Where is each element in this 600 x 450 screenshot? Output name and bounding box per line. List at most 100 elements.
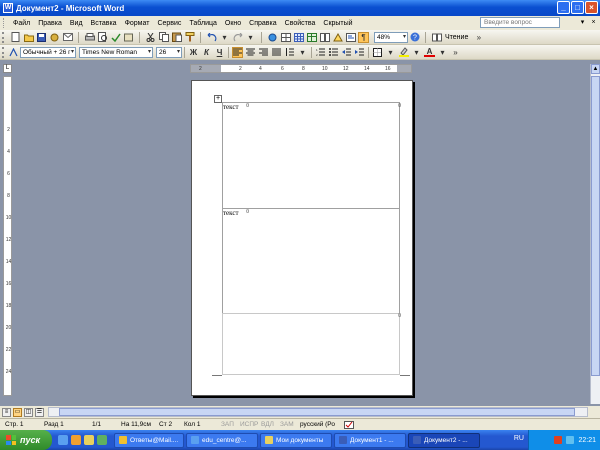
table-cell[interactable]: [222, 208, 400, 314]
highlight-dropdown-icon[interactable]: ▾: [411, 47, 422, 58]
table-cell[interactable]: [222, 313, 400, 375]
vertical-scroll-thumb[interactable]: [591, 76, 600, 376]
drawing-icon[interactable]: [332, 32, 343, 43]
numbering-icon[interactable]: 12: [315, 47, 326, 58]
language-indicator[interactable]: RU: [514, 435, 524, 442]
show-hide-marks-button[interactable]: ¶: [358, 31, 369, 43]
horizontal-ruler[interactable]: 2 2 4 6 8 10 12 14 16: [190, 64, 412, 73]
line-spacing-icon[interactable]: [284, 47, 295, 58]
increase-indent-icon[interactable]: [354, 47, 365, 58]
styles-pane-icon[interactable]: [8, 47, 19, 58]
research-icon[interactable]: [123, 32, 134, 43]
status-rec[interactable]: ЗАП: [221, 421, 234, 428]
open-folder-icon[interactable]: [23, 32, 34, 43]
help-icon[interactable]: ?: [409, 32, 420, 43]
print-preview-icon[interactable]: [97, 32, 108, 43]
cut-icon[interactable]: [145, 32, 156, 43]
menu-hidden[interactable]: Скрытый: [319, 20, 356, 27]
font-color-dropdown-icon[interactable]: ▾: [437, 47, 448, 58]
menu-properties[interactable]: Свойства: [281, 20, 320, 27]
menu-format[interactable]: Формат: [121, 20, 154, 27]
spelling-icon[interactable]: [110, 32, 121, 43]
table-move-handle[interactable]: +: [214, 95, 222, 103]
justify-icon[interactable]: [271, 47, 282, 58]
menu-grip[interactable]: [3, 18, 6, 28]
status-overtype[interactable]: ЗАМ: [280, 421, 294, 428]
columns-icon[interactable]: [319, 32, 330, 43]
start-button[interactable]: пуск: [0, 430, 52, 450]
antivirus-icon[interactable]: [554, 436, 563, 444]
bullets-icon[interactable]: [328, 47, 339, 58]
borders-icon[interactable]: [372, 47, 383, 58]
hyperlink-icon[interactable]: [267, 32, 278, 43]
taskbar-item[interactable]: Документ1 - ...: [334, 432, 406, 448]
taskbar-item[interactable]: edu_centre@...: [186, 432, 258, 448]
highlight-icon[interactable]: [398, 47, 409, 58]
font-select[interactable]: Times New Roman: [79, 46, 153, 58]
outline-view-button[interactable]: ☰: [35, 407, 44, 417]
ask-question-input[interactable]: Введите вопрос: [480, 17, 560, 28]
undo-icon[interactable]: [206, 32, 217, 43]
decrease-indent-icon[interactable]: [341, 47, 352, 58]
align-right-icon[interactable]: [258, 47, 269, 58]
word-app-icon[interactable]: W: [3, 3, 13, 13]
menu-view[interactable]: Вид: [66, 20, 87, 27]
web-layout-view-button[interactable]: ◫: [24, 407, 33, 417]
vertical-ruler[interactable]: 2 4 6 8 10 12 14 16 18 20 22 24: [3, 76, 12, 396]
menu-edit[interactable]: Правка: [34, 20, 66, 27]
borders-dropdown-icon[interactable]: ▾: [385, 47, 396, 58]
menu-help[interactable]: Справка: [245, 20, 280, 27]
browser-icon[interactable]: [58, 435, 68, 445]
document-close-icon[interactable]: ×: [589, 18, 598, 27]
undo-dropdown-icon[interactable]: ▾: [219, 32, 230, 43]
close-button[interactable]: ×: [585, 1, 598, 14]
taskbar-item[interactable]: Ответы@Mail....: [114, 432, 184, 448]
table-cell[interactable]: [222, 102, 400, 209]
clock[interactable]: 22:21: [578, 437, 596, 444]
taskbar-item-active[interactable]: Документ2 - ...: [408, 432, 480, 448]
ask-dropdown-icon[interactable]: ▾: [578, 18, 587, 27]
horizontal-scroll-thumb[interactable]: [59, 408, 575, 416]
tab-selector[interactable]: L: [3, 64, 12, 73]
normal-view-button[interactable]: ≡: [2, 407, 11, 417]
paste-icon[interactable]: [171, 32, 182, 43]
font-size-select[interactable]: 26: [156, 46, 182, 58]
network-icon[interactable]: [566, 436, 575, 444]
media-player-icon[interactable]: [71, 435, 81, 445]
menu-file[interactable]: Файл: [9, 20, 34, 27]
new-document-icon[interactable]: [10, 32, 21, 43]
redo-dropdown-icon[interactable]: ▾: [245, 32, 256, 43]
save-icon[interactable]: [36, 32, 47, 43]
align-center-icon[interactable]: [245, 47, 256, 58]
messenger-icon[interactable]: [97, 435, 107, 445]
format-painter-icon[interactable]: [184, 32, 195, 43]
reading-group[interactable]: Чтение: [428, 31, 472, 44]
vertical-scrollbar[interactable]: ▲: [590, 64, 600, 404]
toolbar-grip[interactable]: [2, 46, 5, 58]
toolbar-grip[interactable]: [2, 31, 5, 43]
insert-excel-icon[interactable]: [306, 32, 317, 43]
menu-table[interactable]: Таблица: [185, 20, 220, 27]
copy-icon[interactable]: [158, 32, 169, 43]
maximize-button[interactable]: □: [571, 1, 584, 14]
status-extend[interactable]: ВДЛ: [261, 421, 274, 428]
print-icon[interactable]: [84, 32, 95, 43]
document-page[interactable]: + текст текст ¤ ¤ ¤ ¤: [191, 80, 413, 396]
line-spacing-dropdown-icon[interactable]: ▾: [297, 47, 308, 58]
zoom-select[interactable]: 48%: [374, 31, 408, 43]
formatting-options-icon[interactable]: »: [450, 47, 461, 58]
horizontal-scrollbar[interactable]: [48, 407, 588, 417]
document-map-icon[interactable]: [345, 32, 356, 43]
print-layout-view-button[interactable]: ▭: [13, 407, 22, 417]
underline-button[interactable]: Ч: [214, 47, 225, 58]
tables-borders-icon[interactable]: [280, 32, 291, 43]
menu-insert[interactable]: Вставка: [87, 20, 121, 27]
menu-tools[interactable]: Сервис: [153, 20, 185, 27]
email-icon[interactable]: [62, 32, 73, 43]
align-left-icon[interactable]: [232, 46, 243, 58]
taskbar-item[interactable]: Мои документы: [260, 432, 332, 448]
reading-mode-button[interactable]: Чтение: [443, 34, 470, 41]
folder-icon[interactable]: [84, 435, 94, 445]
scroll-up-button[interactable]: ▲: [591, 64, 600, 74]
minimize-button[interactable]: _: [557, 1, 570, 14]
